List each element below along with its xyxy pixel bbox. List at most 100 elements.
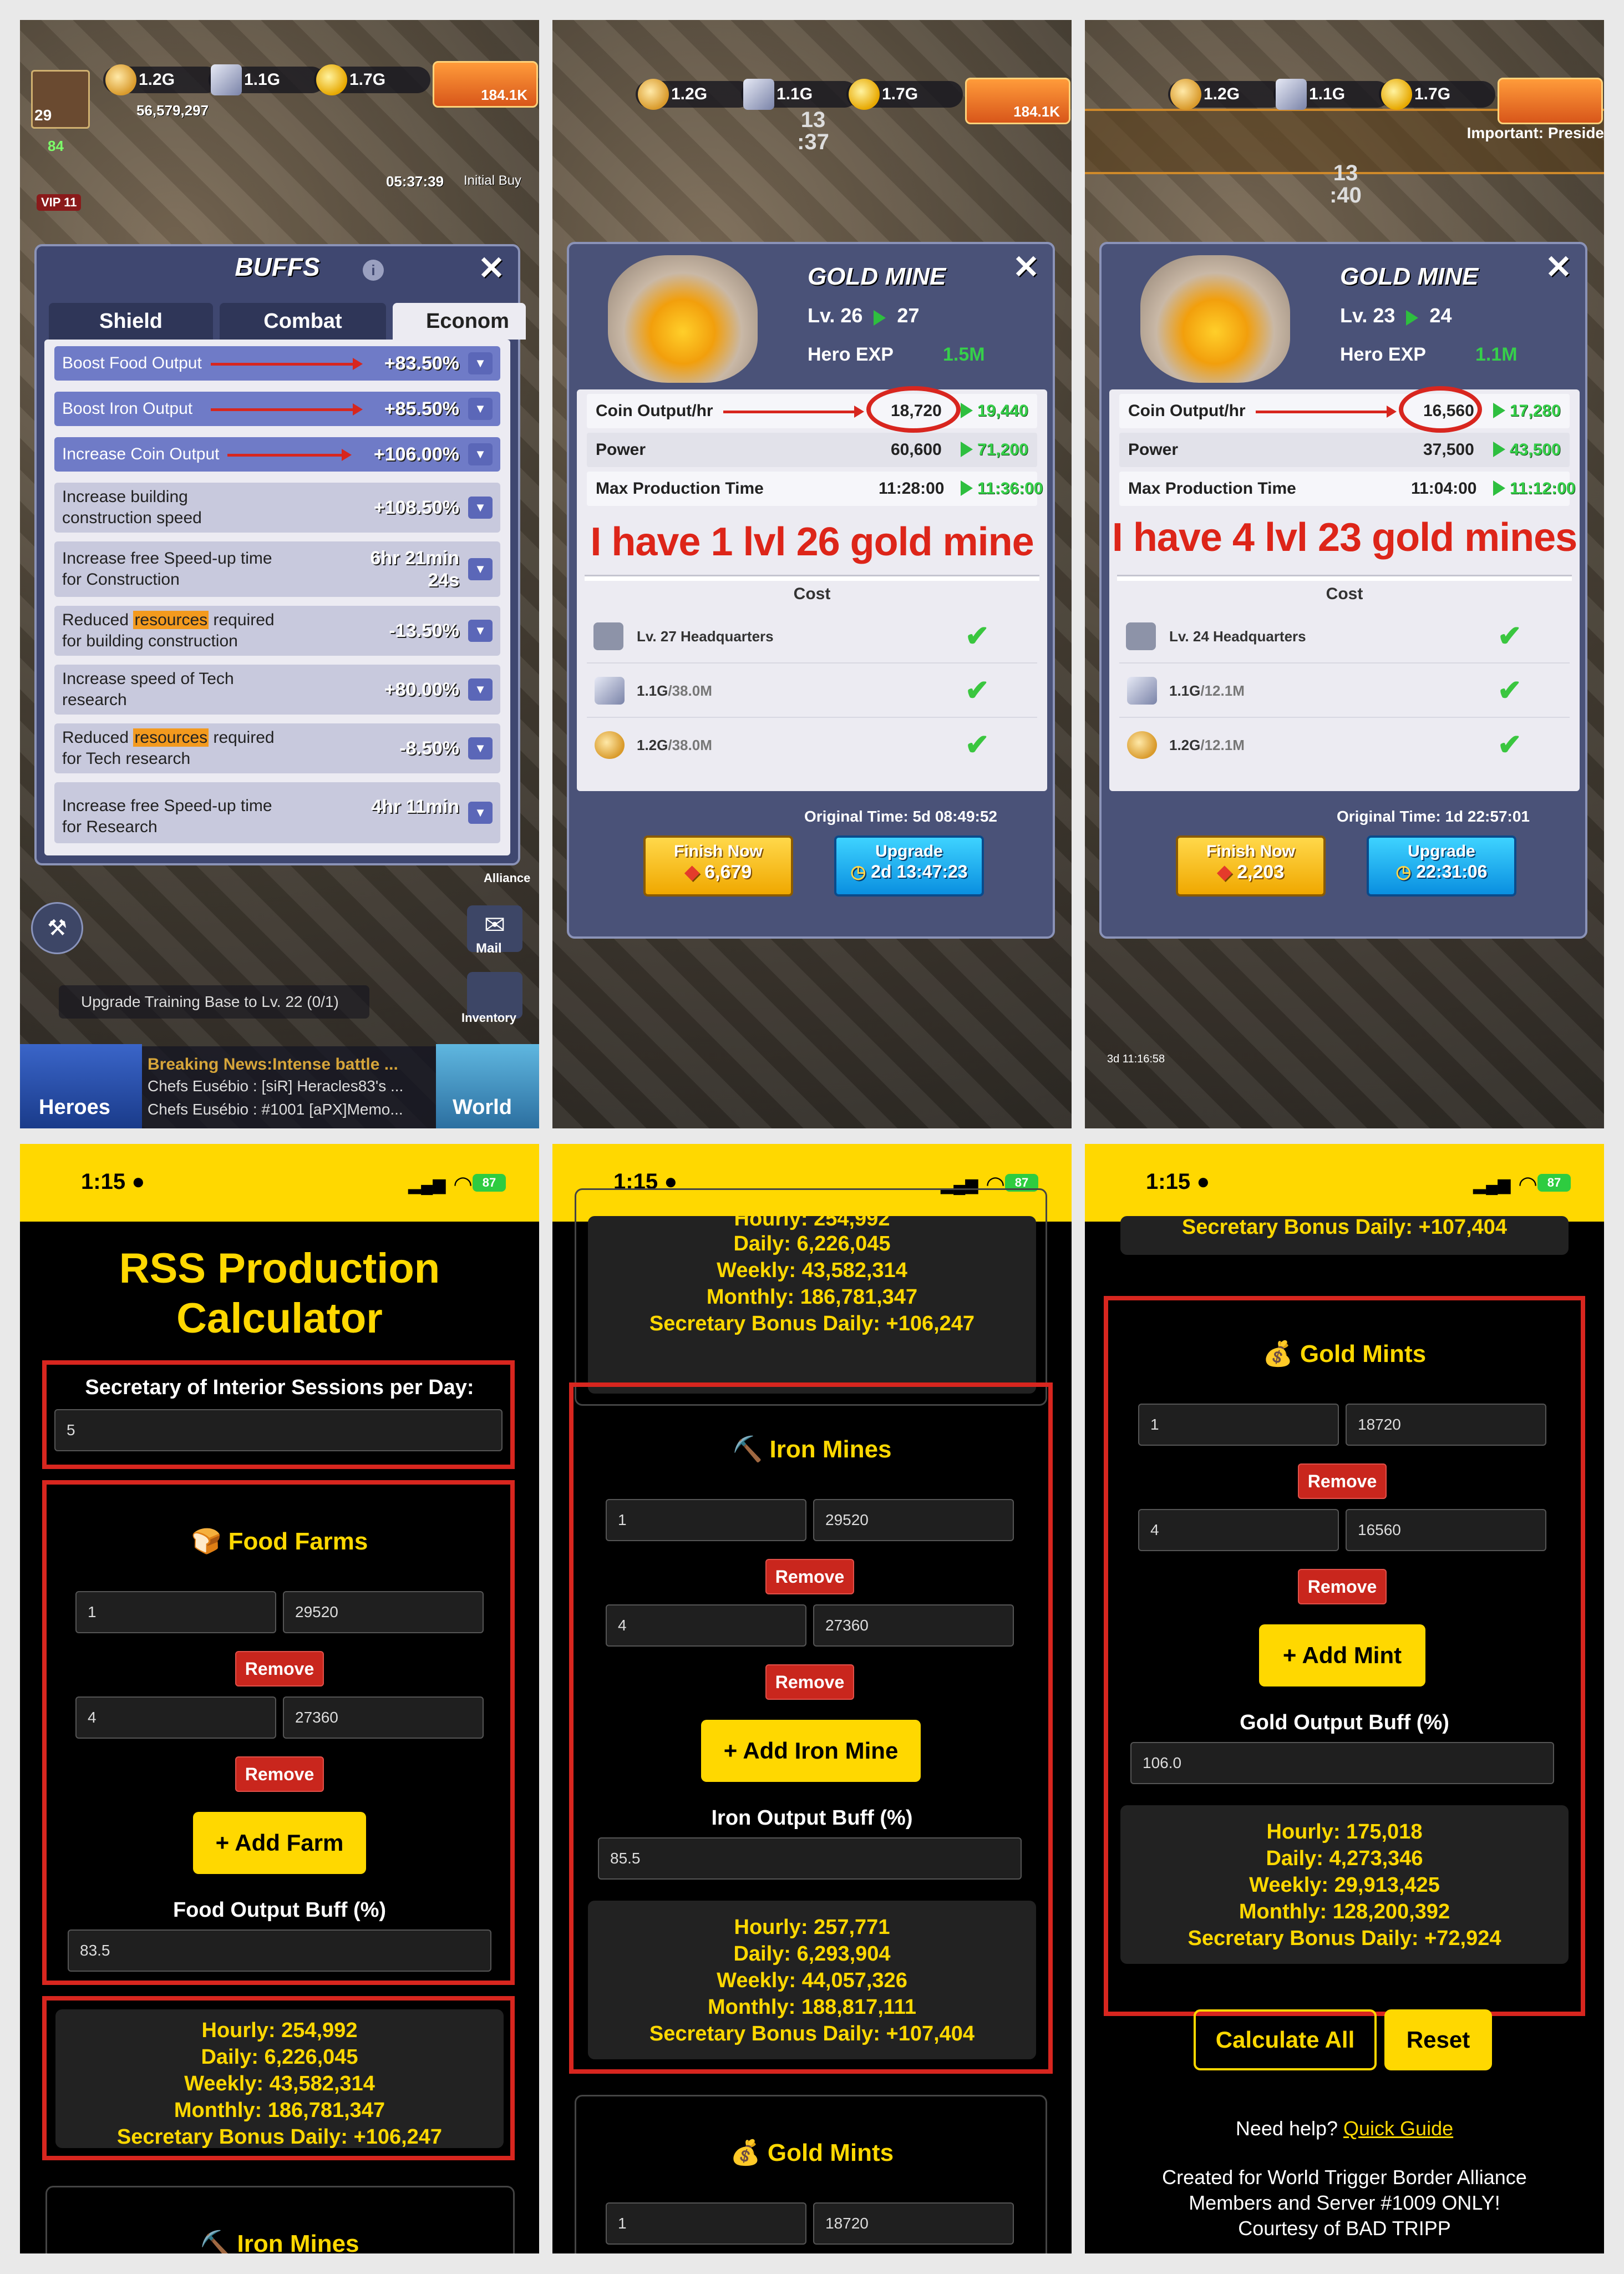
- food-count-input[interactable]: 1: [75, 1591, 276, 1633]
- heroes-label: Heroes: [39, 1096, 110, 1119]
- hero-exp-value: 1.1M: [1475, 344, 1518, 365]
- reset-button[interactable]: Reset: [1384, 2009, 1492, 2070]
- gold-output-input[interactable]: 16560: [1346, 1509, 1546, 1551]
- remove-button[interactable]: Remove: [235, 1651, 324, 1686]
- info-icon[interactable]: i: [363, 260, 384, 281]
- level-next: 24: [1429, 304, 1452, 327]
- add-iron-mine-button[interactable]: + Add Iron Mine: [701, 1720, 921, 1782]
- chevron-down-icon[interactable]: ▼: [468, 497, 493, 519]
- buff-row-speedup-construction[interactable]: Increase free Speed-up time for Construct…: [54, 541, 500, 597]
- remove-button[interactable]: Remove: [1298, 1569, 1387, 1604]
- chevron-down-icon[interactable]: ▼: [468, 678, 493, 701]
- news-ticker[interactable]: Breaking News:Intense battle ... Chefs E…: [142, 1046, 436, 1128]
- food-output-input[interactable]: 29520: [283, 1591, 484, 1633]
- cost-label: 1.1G/38.0M: [637, 682, 712, 699]
- tab-shield[interactable]: Shield: [49, 303, 213, 340]
- chevron-down-icon[interactable]: ▼: [468, 558, 493, 580]
- result-monthly: Monthly: 186,781,347: [174, 2099, 385, 2122]
- heroes-button[interactable]: Heroes: [20, 1044, 142, 1128]
- add-farm-button[interactable]: + Add Farm: [193, 1812, 366, 1874]
- quick-guide-link[interactable]: Quick Guide: [1343, 2117, 1453, 2140]
- remove-button[interactable]: Remove: [235, 1756, 324, 1792]
- quest-bar[interactable]: Upgrade Training Base to Lv. 22 (0/1): [59, 985, 369, 1019]
- buff-label: Increase free Speed-up time for Construct…: [62, 549, 272, 589]
- tab-economy[interactable]: Econom: [393, 303, 526, 340]
- shop-button[interactable]: 184.1K: [965, 78, 1070, 124]
- buff-row-construction-speed[interactable]: Increase building construction speed +108…: [54, 483, 500, 533]
- iron-output-input[interactable]: 27360: [813, 1604, 1014, 1647]
- gold-count-input[interactable]: 1: [1138, 1404, 1339, 1446]
- finish-now-button[interactable]: Finish Now ◆ 2,203: [1176, 835, 1326, 897]
- gold-count-input[interactable]: 4: [1138, 1509, 1339, 1551]
- news-line: Chefs Eusébio : [siR] Heracles83's ...: [148, 1077, 404, 1095]
- remove-button[interactable]: Remove: [765, 1664, 854, 1700]
- iron-count-input[interactable]: 1: [606, 1499, 806, 1541]
- chevron-down-icon[interactable]: ▼: [468, 802, 493, 824]
- gold-output-input[interactable]: 18720: [1346, 1404, 1546, 1446]
- arrow-right-icon: [1493, 442, 1505, 457]
- inventory-label[interactable]: Inventory: [461, 1011, 516, 1025]
- iron-count-input[interactable]: 4: [606, 1604, 806, 1647]
- close-icon[interactable]: ✕: [476, 252, 507, 285]
- upgrade-button[interactable]: Upgrade ◷ 2d 13:47:23: [834, 835, 984, 897]
- remove-button[interactable]: Remove: [1298, 1463, 1387, 1499]
- stat-row-power: Power 37,500 43,500: [1119, 433, 1570, 467]
- buff-row-tech-speed[interactable]: Increase speed of Tech research +80.00% ▼: [54, 665, 500, 715]
- finish-now-button[interactable]: Finish Now ◆ 6,679: [643, 835, 793, 897]
- food-output-input[interactable]: 27360: [283, 1696, 484, 1739]
- food-results: Hourly: 254,992 Daily: 6,226,045 Weekly:…: [588, 1216, 1036, 1394]
- gold-mine-image: [608, 255, 758, 383]
- chevron-down-icon[interactable]: ▼: [468, 737, 493, 759]
- stat-row-power: Power 60,600 71,200: [587, 433, 1037, 467]
- food-icon: [638, 79, 669, 110]
- tab-combat[interactable]: Combat: [220, 303, 386, 340]
- food-count-input[interactable]: 4: [75, 1696, 276, 1739]
- calculate-all-button[interactable]: Calculate All: [1194, 2009, 1377, 2070]
- food-buff-input[interactable]: 83.5: [68, 1929, 491, 1972]
- iron-value: 1.1G: [1309, 85, 1346, 103]
- iron-section-title: ⛏️ Iron Mines: [732, 1436, 892, 1463]
- upgrade-button[interactable]: Upgrade ◷ 22:31:06: [1367, 835, 1516, 897]
- close-icon[interactable]: ✕: [1543, 251, 1574, 283]
- iron-output-input[interactable]: 29520: [813, 1499, 1014, 1541]
- gold-output-input[interactable]: 18720: [813, 2202, 1014, 2245]
- iron-buff-input[interactable]: 85.5: [598, 1837, 1022, 1880]
- details-card[interactable]: Coin Output/hr 16,560 17,280 Power 37,50…: [1109, 386, 1580, 791]
- result-monthly: Monthly: 128,200,392: [1239, 1900, 1450, 1923]
- stat-label: Power: [1128, 440, 1179, 459]
- shop-button[interactable]: 184.1K: [433, 61, 538, 108]
- gold-buff-input[interactable]: 106.0: [1130, 1742, 1554, 1784]
- stat-row-max-production: Max Production Time 11:28:00 11:36:00: [587, 472, 1043, 506]
- initial-buy-label[interactable]: Initial Buy: [464, 173, 521, 189]
- alliance-label[interactable]: Alliance: [484, 871, 530, 885]
- chevron-down-icon[interactable]: ▼: [468, 352, 493, 374]
- cost-label: 1.2G/38.0M: [637, 737, 712, 753]
- chevron-down-icon[interactable]: ▼: [468, 443, 493, 465]
- result-weekly: Weekly: 43,582,314: [184, 2072, 375, 2095]
- result-secretary-bonus: Secretary Bonus Daily: +107,404: [1181, 1215, 1508, 1239]
- chevron-down-icon[interactable]: ▼: [468, 398, 493, 420]
- buff-list[interactable]: Boost Food Output +83.50% ▼ Boost Iron O…: [44, 340, 510, 855]
- sessions-input[interactable]: 5: [54, 1409, 503, 1451]
- iron-resource: 1.1G: [209, 64, 325, 95]
- buff-row-reduced-building[interactable]: Reduced resources required for building c…: [54, 606, 500, 656]
- hero-exp-label: Hero EXP: [808, 344, 894, 365]
- close-icon[interactable]: ✕: [1011, 251, 1042, 283]
- gold-count-input[interactable]: 1: [606, 2202, 806, 2245]
- chevron-down-icon[interactable]: ▼: [468, 620, 493, 642]
- annotation-arrow: [227, 449, 352, 461]
- vip-badge[interactable]: VIP 11: [37, 194, 82, 211]
- gold-mine-dialog: GOLD MINE ✕ Lv. 26 27 Hero EXP 1.5M Coin…: [567, 242, 1055, 939]
- mail-label[interactable]: Mail: [476, 941, 502, 956]
- world-button[interactable]: World: [436, 1044, 539, 1128]
- result-secretary-bonus: Secretary Bonus Daily: +72,924: [1187, 1927, 1501, 1950]
- buff-row-speedup-research[interactable]: Increase free Speed-up time for Research …: [54, 782, 500, 843]
- shop-button[interactable]: [1498, 78, 1603, 124]
- food-icon: [105, 64, 136, 95]
- buff-row-reduced-tech[interactable]: Reduced resources required for Tech resea…: [54, 723, 500, 773]
- hammer-icon[interactable]: ⚒: [31, 902, 83, 954]
- player-level: 29: [34, 107, 52, 124]
- add-mint-button[interactable]: + Add Mint: [1259, 1624, 1425, 1686]
- remove-button[interactable]: Remove: [765, 1559, 854, 1594]
- details-card[interactable]: Coin Output/hr 18,720 19,440 Power 60,60…: [577, 386, 1047, 791]
